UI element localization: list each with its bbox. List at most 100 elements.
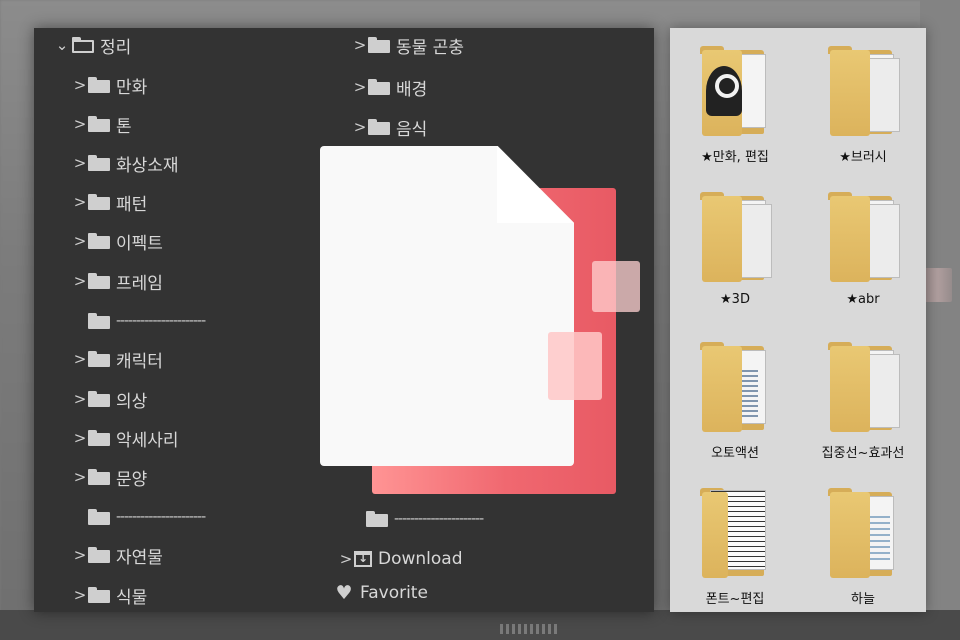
file-tab [592, 261, 640, 312]
tree-item-download[interactable]: > Download [340, 544, 463, 574]
tree-item[interactable]: > 프레임 [74, 266, 163, 296]
download-icon [354, 551, 372, 567]
tree-item-separator[interactable]: ---------------------- [88, 502, 206, 532]
chevron-right-icon[interactable]: > [74, 193, 87, 211]
chevron-right-icon[interactable]: > [340, 550, 353, 568]
folder-icon [88, 351, 110, 367]
tree-item-label: 자연물 [116, 547, 163, 568]
chevron-right-icon[interactable]: > [74, 272, 87, 290]
grid-folder-label: ★abr [846, 292, 880, 307]
tree-item[interactable]: > 자연물 [74, 540, 163, 570]
background-color-swatch [924, 268, 952, 302]
grid-folder-label: ★3D [720, 292, 750, 307]
folder-icon [88, 155, 110, 171]
chevron-right-icon[interactable]: > [74, 154, 87, 172]
folder-icon [698, 190, 772, 282]
chevron-right-icon[interactable]: > [354, 78, 367, 96]
tree-item[interactable]: > 동물 곤충 [354, 30, 464, 60]
folder-icon [88, 194, 110, 210]
tree-item[interactable]: > 배경 [354, 72, 428, 102]
background-bottom-indicator [500, 624, 560, 634]
tree-item-separator[interactable]: ---------------------- [88, 306, 206, 336]
tree-item-label: 악세사리 [116, 430, 179, 451]
folder-icon [698, 486, 772, 578]
tree-item-label: 정리 [100, 37, 132, 58]
heart-icon: ♥ [335, 582, 353, 604]
tree-item-label: 이펙트 [116, 233, 163, 254]
folder-icon [826, 340, 900, 432]
grid-folder[interactable]: ★만화, 편집 [676, 32, 794, 172]
folder-icon [88, 77, 110, 93]
folder-icon [88, 116, 110, 132]
chevron-right-icon[interactable]: > [74, 586, 87, 604]
folder-grid-panel: ★만화, 편집 ★브러시 ★3D ★abr 오토액션 집중선~효과선 폰트~편집… [670, 28, 926, 612]
tree-item-label: 만화 [116, 77, 148, 98]
tree-item[interactable]: > 캐릭터 [74, 344, 163, 374]
tree-item[interactable]: > 톤 [74, 109, 132, 139]
tree-item-label: 캐릭터 [116, 351, 163, 372]
chevron-right-icon[interactable]: > [74, 429, 87, 447]
tree-item[interactable]: > 음식 [354, 112, 428, 142]
background-right-strip [920, 0, 960, 640]
tree-item-label: 프레임 [116, 273, 163, 294]
file-icon [320, 146, 640, 494]
tree-item-separator[interactable]: ---------------------- [366, 504, 484, 534]
chevron-right-icon[interactable]: > [74, 232, 87, 250]
tree-item-label: 식물 [116, 587, 148, 608]
tree-item[interactable]: > 이펙트 [74, 226, 163, 256]
chevron-right-icon[interactable]: > [74, 115, 87, 133]
chevron-right-icon[interactable]: > [74, 546, 87, 564]
folder-icon [88, 469, 110, 485]
chevron-right-icon[interactable]: > [74, 350, 87, 368]
tree-item-label: ---------------------- [116, 313, 206, 329]
tree-item[interactable]: > 화상소재 [74, 148, 179, 178]
tree-item[interactable]: > 악세사리 [74, 423, 179, 453]
grid-folder-label: 폰트~편집 [705, 592, 765, 607]
chevron-right-icon[interactable]: > [74, 468, 87, 486]
tree-item-label: 톤 [116, 116, 132, 137]
chevron-right-icon[interactable]: > [354, 36, 367, 54]
open-folder-icon [72, 37, 94, 53]
chevron-right-icon[interactable]: > [74, 390, 87, 408]
grid-folder-label: 집중선~효과선 [821, 446, 905, 461]
tree-item-label: 화상소재 [116, 155, 179, 176]
tree-item[interactable]: > 식물 [74, 580, 148, 610]
grid-folder-label: ★만화, 편집 [701, 150, 769, 165]
tree-item[interactable]: > 문양 [74, 462, 148, 492]
chevron-down-icon[interactable]: ⌄ [54, 36, 70, 54]
folder-icon [88, 587, 110, 603]
folder-icon [88, 391, 110, 407]
folder-icon [368, 119, 390, 135]
grid-folder[interactable]: 폰트~편집 [676, 474, 794, 614]
folder-icon [826, 486, 900, 578]
grid-folder-label: 오토액션 [711, 446, 759, 461]
chevron-right-icon[interactable]: > [354, 118, 367, 136]
folder-icon [88, 273, 110, 289]
grid-folder[interactable]: ★abr [804, 178, 922, 318]
folder-icon [698, 340, 772, 432]
grid-folder-label: ★브러시 [839, 150, 887, 165]
tree-item[interactable]: > 패턴 [74, 187, 148, 217]
folder-icon [368, 79, 390, 95]
tree-item-정리[interactable]: ⌄ 정리 [54, 30, 132, 60]
folder-icon [88, 509, 110, 525]
folder-icon [826, 190, 900, 282]
tree-item[interactable]: > 의상 [74, 384, 148, 414]
grid-folder[interactable]: 하늘 [804, 474, 922, 614]
folder-icon [368, 37, 390, 53]
grid-folder[interactable]: 오토액션 [676, 328, 794, 468]
grid-folder[interactable]: ★브러시 [804, 32, 922, 172]
tree-item-label: 문양 [116, 469, 148, 490]
background-bottom-bar [0, 610, 960, 640]
tree-item[interactable]: > 만화 [74, 70, 148, 100]
tree-item-favorite[interactable]: ♥ Favorite [334, 578, 427, 608]
folder-icon [698, 44, 772, 136]
file-tab [548, 332, 602, 400]
folder-icon [88, 313, 110, 329]
chevron-right-icon[interactable]: > [74, 76, 87, 94]
folder-icon [88, 547, 110, 563]
grid-folder[interactable]: 집중선~효과선 [804, 328, 922, 468]
grid-folder[interactable]: ★3D [676, 178, 794, 318]
folder-icon [88, 233, 110, 249]
tree-item-label: 패턴 [116, 194, 148, 215]
